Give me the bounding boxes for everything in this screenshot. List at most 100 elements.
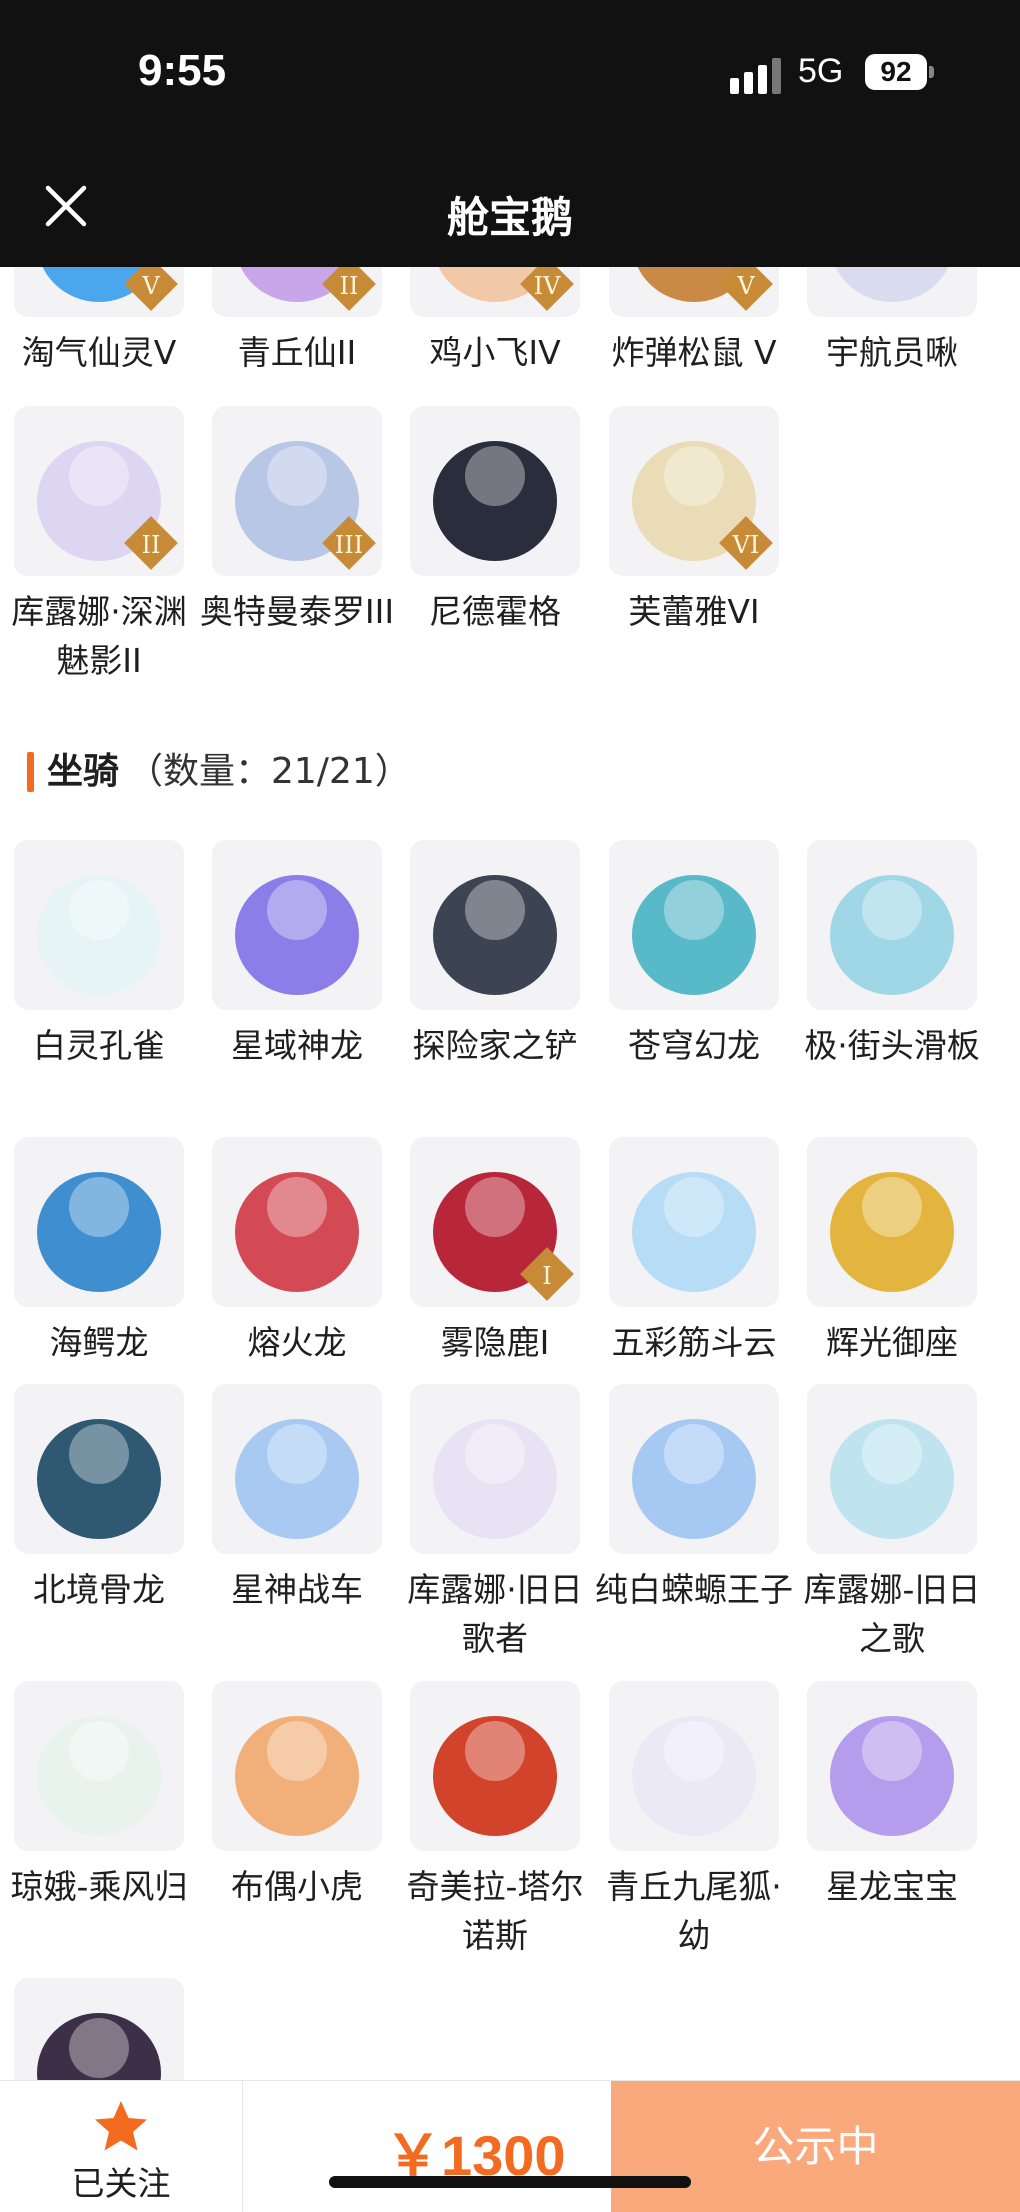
mount-section-header: 坐骑 （数量：21/21） <box>27 747 627 797</box>
item-thumbnail <box>14 840 184 1010</box>
network-type: 5G <box>798 52 844 90</box>
rank-badge-text: II <box>142 531 161 559</box>
rank-badge-text: V <box>141 272 160 300</box>
home-indicator <box>329 2176 691 2188</box>
item-thumbnail: III <box>212 406 382 576</box>
item-thumbnail-art <box>235 1716 359 1836</box>
item-thumbnail <box>212 1681 382 1851</box>
item-label: 尼德霍格 <box>429 592 561 631</box>
item-label: 熔火龙 <box>247 1323 347 1362</box>
item-label: 炸弹松鼠 V <box>611 333 777 372</box>
item-thumbnail: II <box>14 406 184 576</box>
item-thumbnail <box>807 1681 977 1851</box>
item-thumbnail: IV <box>410 267 580 317</box>
item-thumbnail-art <box>37 1172 161 1292</box>
item-label: 雾隐鹿I <box>440 1323 550 1362</box>
item-label: 纯白蝾螈王子 <box>595 1570 793 1609</box>
item-thumbnail-art <box>37 1419 161 1539</box>
item-thumbnail-art: IV <box>438 267 574 311</box>
item-thumbnail <box>410 840 580 1010</box>
item-thumbnail-art <box>433 441 557 561</box>
item-thumbnail-art <box>37 875 161 995</box>
item-thumbnail <box>14 1137 184 1307</box>
item-thumbnail <box>410 1681 580 1851</box>
item-label: 白灵孔雀 <box>33 1026 165 1065</box>
item-label: 鸡小飞IV <box>429 333 561 372</box>
item-thumbnail <box>212 1384 382 1554</box>
item-label: 库露娜·旧日歌者 <box>407 1570 583 1658</box>
rank-badge-text: V <box>736 272 755 300</box>
item-label: 星域神龙 <box>231 1026 363 1065</box>
item-thumbnail-art <box>433 875 557 995</box>
rank-badge-text: I <box>542 1262 551 1290</box>
item-thumbnail <box>410 1384 580 1554</box>
item-thumbnail-art <box>632 1419 756 1539</box>
item-thumbnail: I <box>410 1137 580 1307</box>
item-thumbnail-art <box>235 875 359 995</box>
rank-badge-text: VI <box>732 531 760 559</box>
item-label: 奇美拉-塔尔诺斯 <box>406 1867 584 1955</box>
rank-badge-text: II <box>340 272 359 300</box>
item-thumbnail <box>14 1384 184 1554</box>
battery-indicator: 92 <box>865 54 927 90</box>
item-thumbnail-art <box>37 2013 161 2080</box>
star-icon <box>95 2101 147 2151</box>
follow-button[interactable]: 已关注 <box>0 2081 243 2212</box>
item-thumbnail: VI <box>609 406 779 576</box>
item-label: 极·街头滑板 <box>804 1026 980 1065</box>
item-label: 海鳄龙 <box>49 1323 149 1362</box>
section-accent-bar <box>27 752 34 792</box>
item-label: 淘气仙灵V <box>21 333 177 372</box>
rank-badge-text: IV <box>534 272 561 300</box>
status-button[interactable]: 公示中 <box>611 2081 1020 2212</box>
section-count: （数量：21/21） <box>127 751 411 792</box>
item-thumbnail <box>410 406 580 576</box>
item-thumbnail-art: V <box>42 267 178 311</box>
item-label: 辉光御座 <box>826 1323 958 1362</box>
item-thumbnail-art <box>235 1419 359 1539</box>
section-title: 坐骑 <box>47 751 120 792</box>
item-thumbnail-art <box>632 1716 756 1836</box>
item-thumbnail <box>609 1681 779 1851</box>
item-thumbnail <box>807 1137 977 1307</box>
follow-label: 已关注 <box>71 2164 171 2203</box>
item-label: 青丘仙II <box>237 333 357 372</box>
item-thumbnail-art <box>433 1716 557 1836</box>
item-thumbnail-art <box>433 1419 557 1539</box>
nav-bar: 舱宝鹅 <box>0 130 1020 267</box>
item-thumbnail <box>807 1384 977 1554</box>
battery-tip <box>929 66 934 78</box>
item-label: 五彩筋斗云 <box>611 1323 777 1362</box>
item-label: 布偶小虎 <box>231 1867 363 1906</box>
item-thumbnail-art <box>235 1172 359 1292</box>
item-thumbnail-art: II <box>37 441 178 570</box>
item-thumbnail <box>807 840 977 1010</box>
item-thumbnail <box>807 267 977 317</box>
item-thumbnail <box>212 1137 382 1307</box>
item-thumbnail-art: II <box>240 267 376 311</box>
item-thumbnail-art: V <box>637 267 773 311</box>
item-label: 芙蕾雅VI <box>628 592 760 631</box>
item-thumbnail-art <box>632 875 756 995</box>
status-time: 9:55 <box>138 46 227 95</box>
item-thumbnail-art: III <box>235 441 376 570</box>
item-label: 宇航员啾 <box>826 333 958 372</box>
item-thumbnail <box>14 1978 184 2080</box>
item-label: 琼娥-乘风归 <box>10 1867 188 1906</box>
item-label: 星神战车 <box>231 1570 363 1609</box>
bottom-bar: 已关注 ￥1300 公示中 <box>0 2080 1020 2212</box>
item-thumbnail-art: I <box>433 1172 574 1301</box>
signal-icon <box>730 58 781 94</box>
content-area[interactable]: V 淘气仙灵V II 青丘仙II IV 鸡小飞IV V 炸弹松鼠 V 宇航员啾 II 库露娜·深渊魅… <box>0 267 1020 2080</box>
item-thumbnail <box>609 840 779 1010</box>
item-label: 星龙宝宝 <box>826 1867 958 1906</box>
item-thumbnail: II <box>212 267 382 317</box>
rank-badge-text: III <box>335 531 363 559</box>
item-thumbnail-art <box>835 267 949 302</box>
item-thumbnail <box>609 1384 779 1554</box>
item-thumbnail-art <box>830 1716 954 1836</box>
item-label: 探险家之铲 <box>412 1026 578 1065</box>
item-label: 库露娜-旧日之歌 <box>803 1570 981 1658</box>
item-label: 北境骨龙 <box>33 1570 165 1609</box>
item-thumbnail <box>14 1681 184 1851</box>
